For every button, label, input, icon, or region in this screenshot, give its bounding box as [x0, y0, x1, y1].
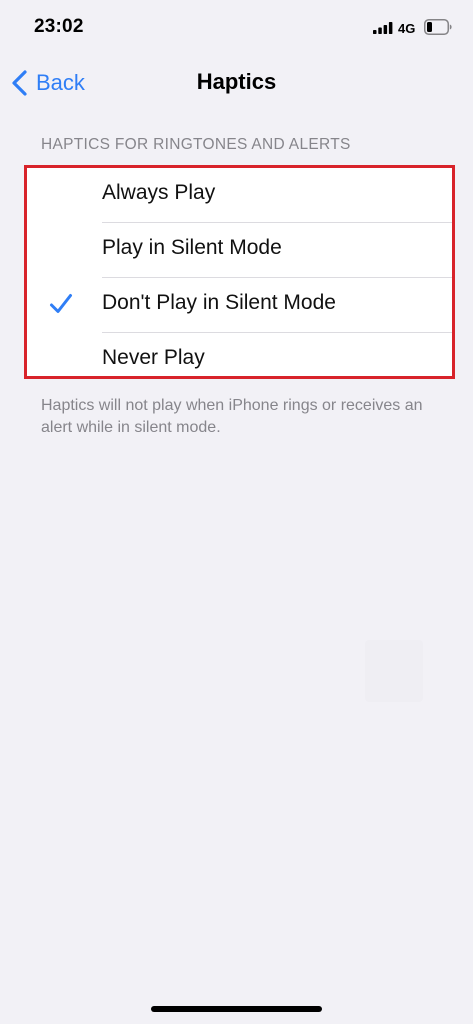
background-artifact: [365, 640, 423, 702]
option-label: Never Play: [102, 346, 205, 369]
network-type-label: 4G: [398, 21, 416, 36]
option-label: Play in Silent Mode: [102, 236, 282, 259]
back-button-label: Back: [36, 70, 85, 95]
status-time: 23:02: [34, 16, 84, 37]
navigation-bar: Back Haptics: [0, 56, 473, 112]
option-label: Always Play: [102, 181, 216, 204]
option-label: Don't Play in Silent Mode: [102, 291, 336, 314]
option-never-play[interactable]: Never Play: [27, 333, 452, 388]
back-button[interactable]: Back: [10, 68, 85, 98]
section-header: HAPTICS FOR RINGTONES AND ALERTS: [41, 136, 351, 153]
battery-icon: [424, 19, 452, 35]
option-always-play[interactable]: Always Play: [27, 168, 452, 223]
cellular-signal-icon: [373, 22, 393, 34]
status-bar: 23:02 4G: [0, 0, 473, 56]
haptics-settings-screen: 23:02 4G Back Haptics HAPTICS FOR RINGTO…: [0, 0, 473, 1024]
home-indicator[interactable]: [151, 1006, 322, 1012]
section-footer-note: Haptics will not play when iPhone rings …: [41, 397, 423, 436]
haptics-options-list: Always Play Play in Silent Mode Don't Pl…: [24, 165, 455, 379]
option-dont-play-in-silent-mode[interactable]: Don't Play in Silent Mode: [27, 278, 452, 333]
option-play-in-silent-mode[interactable]: Play in Silent Mode: [27, 223, 452, 278]
checkmark-icon: [50, 294, 72, 313]
chevron-left-icon: [12, 70, 27, 96]
